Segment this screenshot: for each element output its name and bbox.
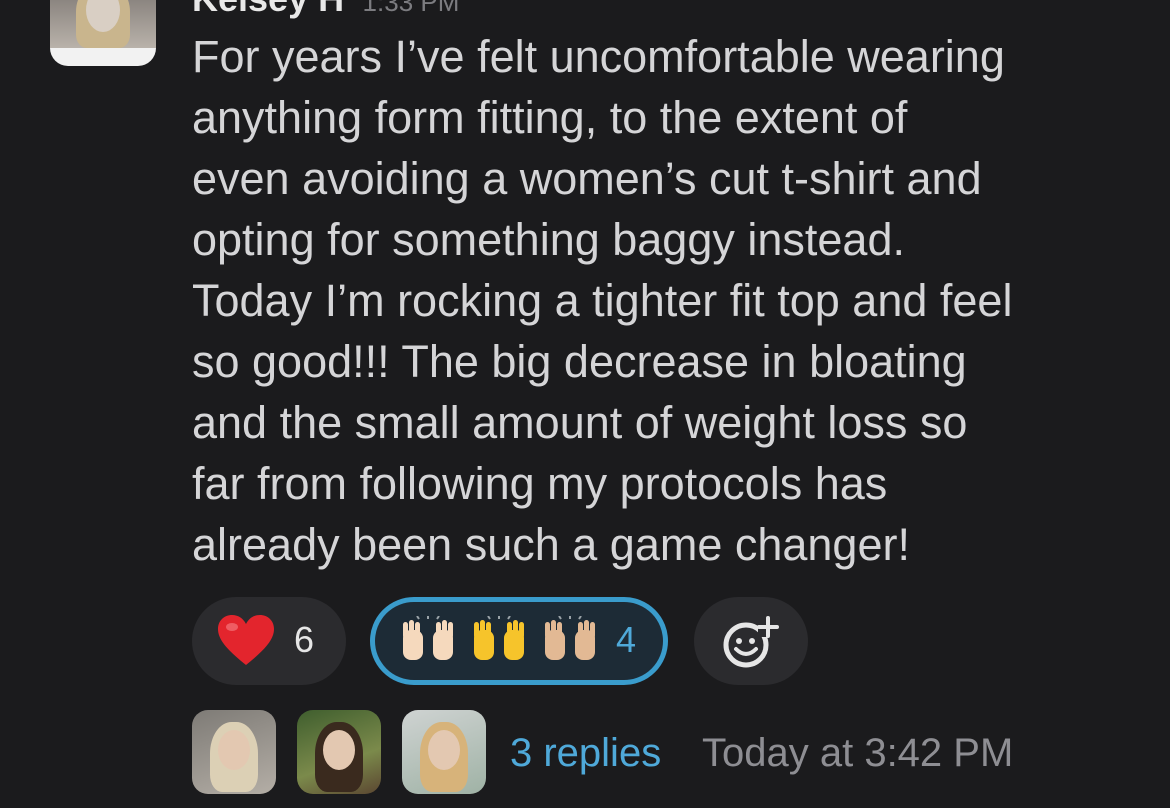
- message-view: Kelsey H 1:33 PM For years I’ve felt unc…: [0, 0, 1170, 808]
- message-line: far from following my protocols has: [192, 458, 888, 509]
- message-line: even avoiding a women’s cut t-shirt and: [192, 153, 982, 204]
- reaction-count: 6: [294, 619, 315, 660]
- reaction-raising-hands-button[interactable]: 4: [370, 597, 668, 685]
- raising-hands-icon: [545, 616, 595, 660]
- message-line: and the small amount of weight loss so: [192, 397, 968, 448]
- raising-hands-icon: [474, 616, 524, 660]
- author-avatar[interactable]: [50, 0, 156, 66]
- message-line: opting for something baggy instead.: [192, 214, 905, 265]
- red-heart-icon: [218, 615, 274, 665]
- message-line: Today I’m rocking a tighter fit top and …: [192, 275, 1013, 326]
- author-name[interactable]: Kelsey H: [192, 0, 344, 19]
- message-line: anything form fitting, to the extent of: [192, 92, 908, 143]
- message-body: For years I’ve felt uncomfortable wearin…: [192, 26, 1142, 575]
- message-header: Kelsey H 1:33 PM: [192, 0, 460, 19]
- reply-avatar[interactable]: [297, 710, 381, 794]
- raising-hands-icon: [403, 616, 453, 660]
- last-reply-time: Today at 3:42 PM: [702, 731, 1014, 775]
- reaction-heart-button[interactable]: 6: [192, 597, 346, 685]
- replies-link[interactable]: 3 replies: [510, 728, 661, 778]
- reply-avatar[interactable]: [402, 710, 486, 794]
- thread-summary[interactable]: 3 replies Today at 3:42 PM: [192, 710, 1152, 796]
- message-line: so good!!! The big decrease in bloating: [192, 336, 967, 387]
- add-reaction-icon: [723, 616, 779, 668]
- message-line: For years I’ve felt uncomfortable wearin…: [192, 31, 1005, 82]
- message-line: already been such a game changer!: [192, 519, 910, 570]
- add-reaction-button[interactable]: [694, 597, 808, 685]
- reaction-count: 4: [616, 619, 637, 660]
- reply-avatar[interactable]: [192, 710, 276, 794]
- message-timestamp[interactable]: 1:33 PM: [363, 0, 460, 17]
